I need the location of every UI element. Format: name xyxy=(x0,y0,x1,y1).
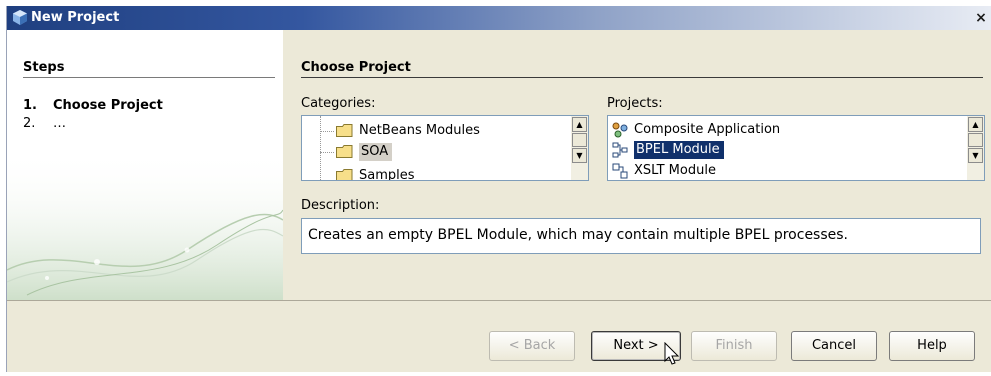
new-project-dialog: New Project × Steps 1. Choose Project 2. … xyxy=(6,6,991,372)
project-label: BPEL Module xyxy=(634,141,724,159)
scroll-thumb[interactable] xyxy=(968,133,983,147)
scroll-down-icon[interactable]: ▼ xyxy=(572,148,587,163)
project-item-xslt-module[interactable]: XSLT Module xyxy=(612,161,716,180)
folder-icon xyxy=(336,124,353,137)
cancel-button[interactable]: Cancel xyxy=(791,331,877,361)
mouse-pointer-icon xyxy=(664,342,680,365)
tree-guide xyxy=(320,152,334,153)
help-button[interactable]: Help xyxy=(889,331,975,361)
back-button[interactable]: < Back xyxy=(489,331,575,361)
description-label: Description: xyxy=(301,198,380,213)
categories-scrollbar[interactable]: ▲ ▼ xyxy=(571,116,588,180)
page-title: Choose Project xyxy=(301,60,411,75)
step-label: … xyxy=(53,116,66,131)
choose-project-panel: Choose Project Categories: Projects: Net… xyxy=(283,30,991,300)
composite-application-icon xyxy=(612,122,628,137)
projects-list[interactable]: Composite Application BPEL Module XSLT M… xyxy=(607,115,985,181)
title-bar[interactable]: New Project × xyxy=(7,6,991,30)
tree-guide xyxy=(320,116,321,180)
categories-label: Categories: xyxy=(301,96,376,111)
folder-icon xyxy=(336,145,353,158)
xslt-module-icon xyxy=(612,163,628,178)
folder-icon xyxy=(336,169,353,180)
window-title: New Project xyxy=(31,10,120,25)
category-label: Samples xyxy=(359,168,415,181)
step-item-1: 1. Choose Project xyxy=(23,98,163,113)
project-item-composite-application[interactable]: Composite Application xyxy=(612,120,780,140)
step-item-2: 2. … xyxy=(23,116,66,131)
categories-tree[interactable]: NetBeans Modules SOA Samples ▲ ▼ xyxy=(301,115,589,181)
finish-button[interactable]: Finish xyxy=(691,331,777,361)
title-divider xyxy=(301,77,983,78)
project-label: XSLT Module xyxy=(634,163,716,178)
step-label: Choose Project xyxy=(53,98,163,113)
step-number: 2. xyxy=(23,116,36,131)
step-number: 1. xyxy=(23,98,37,113)
tree-guide xyxy=(320,131,334,132)
scroll-down-icon[interactable]: ▼ xyxy=(968,148,983,163)
scroll-up-icon[interactable]: ▲ xyxy=(968,117,983,132)
projects-label: Projects: xyxy=(607,96,663,111)
netbeans-cube-icon xyxy=(13,10,27,25)
category-label: NetBeans Modules xyxy=(359,123,480,138)
category-item-netbeans-modules[interactable]: NetBeans Modules xyxy=(336,121,480,141)
steps-panel: Steps 1. Choose Project 2. … xyxy=(7,30,283,300)
project-label: Composite Application xyxy=(634,122,781,137)
steps-heading: Steps xyxy=(23,60,65,75)
scroll-up-icon[interactable]: ▲ xyxy=(572,117,587,132)
category-label: SOA xyxy=(359,143,393,161)
project-item-bpel-module[interactable]: BPEL Module xyxy=(612,140,724,160)
category-item-soa[interactable]: SOA xyxy=(336,142,393,162)
category-item-samples[interactable]: Samples xyxy=(336,166,415,181)
button-bar-divider xyxy=(7,300,991,301)
description-text: Creates an empty BPEL Module, which may … xyxy=(301,218,981,254)
projects-scrollbar[interactable]: ▲ ▼ xyxy=(967,116,984,180)
decorative-swoosh-graphic xyxy=(7,150,283,300)
bpel-module-icon xyxy=(612,142,628,157)
scroll-thumb[interactable] xyxy=(572,133,587,147)
close-icon[interactable]: × xyxy=(973,10,989,26)
steps-divider xyxy=(23,77,275,78)
